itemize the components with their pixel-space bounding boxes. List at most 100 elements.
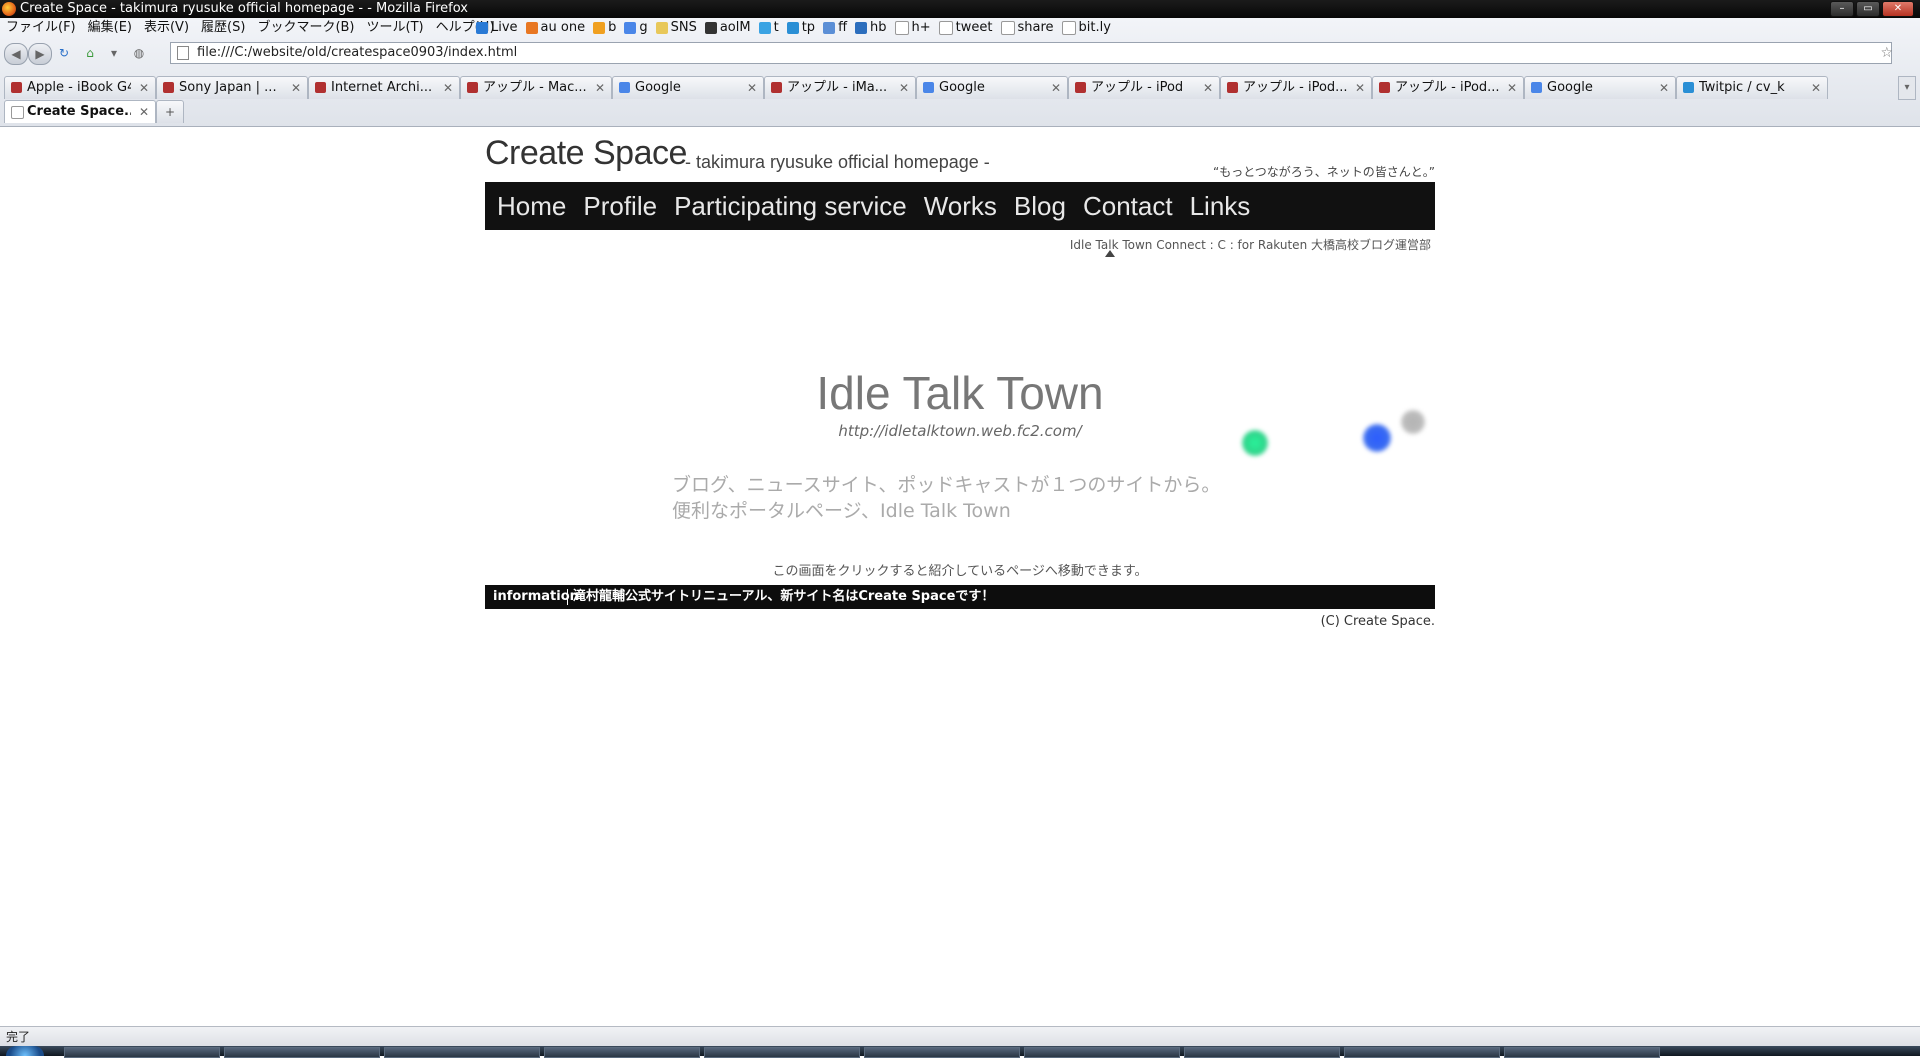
tab[interactable]: アップル - iPod ✕ — [1068, 76, 1220, 99]
close-tab-icon[interactable]: ✕ — [1811, 77, 1821, 99]
bookmark-label: bit.ly — [1078, 20, 1111, 35]
start-button-icon[interactable] — [6, 1046, 44, 1056]
apple-site-icon — [1075, 82, 1086, 93]
bookmark-item[interactable]: tweet — [938, 18, 993, 38]
close-tab-icon[interactable]: ✕ — [139, 77, 149, 99]
menu-bookmarks[interactable]: ブックマーク(B) — [257, 18, 354, 38]
taskbar-button[interactable] — [64, 1047, 220, 1058]
bookmark-item[interactable]: ff — [823, 18, 847, 38]
taskbar-button[interactable] — [224, 1047, 380, 1058]
close-tab-icon[interactable]: ✕ — [1355, 77, 1365, 99]
nav-blog[interactable]: Blog — [1014, 191, 1066, 222]
close-tab-icon[interactable]: ✕ — [443, 77, 453, 99]
tab-label: Twitpic / cv_k — [1699, 80, 1785, 95]
tab[interactable]: Internet Archi... ✕ — [308, 76, 460, 99]
bookmark-item[interactable]: g — [624, 18, 648, 38]
page-icon — [11, 106, 24, 119]
bookmark-item[interactable]: t — [758, 18, 779, 38]
taskbar-button[interactable] — [384, 1047, 540, 1058]
globe-icon[interactable]: ◍ — [130, 43, 148, 63]
tab[interactable]: アップル - iPod... ✕ — [1220, 76, 1372, 99]
apple-site-icon — [315, 82, 326, 93]
bookmark-item[interactable]: b — [593, 18, 616, 38]
tab[interactable]: Google ✕ — [612, 76, 764, 99]
bookmark-item[interactable]: au one — [525, 18, 586, 38]
nav-participating-service[interactable]: Participating service — [674, 191, 907, 222]
tab[interactable]: アップル - iPod... ✕ — [1372, 76, 1524, 99]
minimize-icon[interactable]: – — [1830, 1, 1854, 17]
close-tab-icon[interactable]: ✕ — [1203, 77, 1213, 99]
tab[interactable]: アップル - iMa... ✕ — [764, 76, 916, 99]
taskbar-button[interactable] — [704, 1047, 860, 1058]
taskbar-button[interactable] — [1024, 1047, 1180, 1058]
taskbar-button[interactable] — [864, 1047, 1020, 1058]
bookmark-item[interactable]: aolM — [704, 18, 751, 38]
nav-contact[interactable]: Contact — [1083, 191, 1173, 222]
close-tab-icon[interactable]: ✕ — [1659, 77, 1669, 99]
close-tab-icon[interactable]: ✕ — [595, 77, 605, 99]
information-bar: information 滝村龍輔公式サイトリニューアル、新サイト名はCreate… — [485, 585, 1435, 609]
bookmark-item[interactable]: tp — [786, 18, 815, 38]
tab[interactable]: Twitpic / cv_k ✕ — [1676, 76, 1828, 99]
tab[interactable]: アップル - Mac... ✕ — [460, 76, 612, 99]
menu-edit[interactable]: 編集(E) — [88, 18, 132, 38]
bookmark-item[interactable]: bit.ly — [1061, 18, 1111, 38]
menu-tools[interactable]: ツール(T) — [367, 18, 424, 38]
bookmark-star-icon[interactable]: ☆ — [1880, 43, 1893, 63]
os-taskbar — [0, 1046, 1920, 1058]
home-icon[interactable]: ⌂ — [82, 43, 98, 63]
history-dropdown-icon[interactable]: ▾ — [106, 43, 122, 63]
maximize-icon[interactable]: ▭ — [1856, 1, 1880, 17]
aol-icon — [704, 22, 717, 34]
close-tab-icon[interactable]: ✕ — [1507, 77, 1517, 99]
tab[interactable]: Google ✕ — [916, 76, 1068, 99]
bookmark-item[interactable]: share — [1000, 18, 1054, 38]
close-tab-icon[interactable]: ✕ — [899, 77, 909, 99]
taskbar-button[interactable] — [1504, 1047, 1660, 1058]
tab-list-dropdown-icon[interactable]: ▾ — [1898, 76, 1916, 100]
forward-button[interactable]: ▶ — [28, 43, 52, 65]
tab[interactable]: Sony Japan | ... ✕ — [156, 76, 308, 99]
new-tab-button[interactable]: + — [156, 100, 184, 123]
bookmark-item[interactable]: hb — [855, 18, 887, 38]
subnav-pointer-icon — [1105, 250, 1115, 257]
tab-label: Create Space... — [27, 104, 131, 119]
bookmark-label: ff — [838, 20, 848, 35]
window-controls: – ▭ ✕ — [1830, 1, 1914, 17]
menu-view[interactable]: 表示(V) — [144, 18, 189, 38]
menu-history[interactable]: 履歴(S) — [201, 18, 245, 38]
copyright: (C) Create Space. — [1320, 614, 1435, 629]
nav-profile[interactable]: Profile — [583, 191, 657, 222]
close-icon[interactable]: ✕ — [1882, 1, 1914, 17]
taskbar-button[interactable] — [1344, 1047, 1500, 1058]
page-icon — [177, 46, 189, 60]
tab[interactable]: Apple - iBook G4 ✕ — [4, 76, 156, 99]
close-tab-icon[interactable]: ✕ — [139, 101, 149, 123]
page-icon — [894, 21, 909, 35]
taskbar-button[interactable] — [544, 1047, 700, 1058]
bookmark-item[interactable]: h+ — [894, 18, 931, 38]
menu-file[interactable]: ファイル(F) — [6, 18, 76, 38]
close-tab-icon[interactable]: ✕ — [1051, 77, 1061, 99]
url-bar[interactable]: file:///C:/website/old/createspace0903/i… — [170, 42, 1893, 64]
google-icon — [1531, 82, 1542, 93]
feature-subnav[interactable]: Idle Talk Town Connect : C : for Rakuten… — [1070, 236, 1431, 253]
bookmark-label: share — [1017, 20, 1054, 35]
information-text[interactable]: 滝村龍輔公式サイトリニューアル、新サイト名はCreate Spaceです！ — [573, 585, 994, 609]
bookmark-item[interactable]: Live — [476, 18, 518, 38]
nav-links[interactable]: Links — [1190, 191, 1251, 222]
nav-home[interactable]: Home — [497, 191, 566, 222]
back-button[interactable]: ◀ — [4, 43, 28, 65]
site-tagline: “もっとつながろう、ネットの皆さんと。” — [1213, 165, 1435, 179]
tab-active[interactable]: Create Space... ✕ — [4, 100, 156, 123]
close-tab-icon[interactable]: ✕ — [291, 77, 301, 99]
nav-works[interactable]: Works — [924, 191, 997, 222]
bookmark-item[interactable]: SNS — [655, 18, 697, 38]
taskbar-button[interactable] — [1184, 1047, 1340, 1058]
tab[interactable]: Google ✕ — [1524, 76, 1676, 99]
bookmark-label: au one — [540, 20, 586, 35]
close-tab-icon[interactable]: ✕ — [747, 77, 757, 99]
site-logo[interactable]: Create Space — [485, 134, 687, 173]
bookmark-label: tweet — [955, 20, 993, 35]
reload-icon[interactable]: ↻ — [56, 43, 72, 63]
